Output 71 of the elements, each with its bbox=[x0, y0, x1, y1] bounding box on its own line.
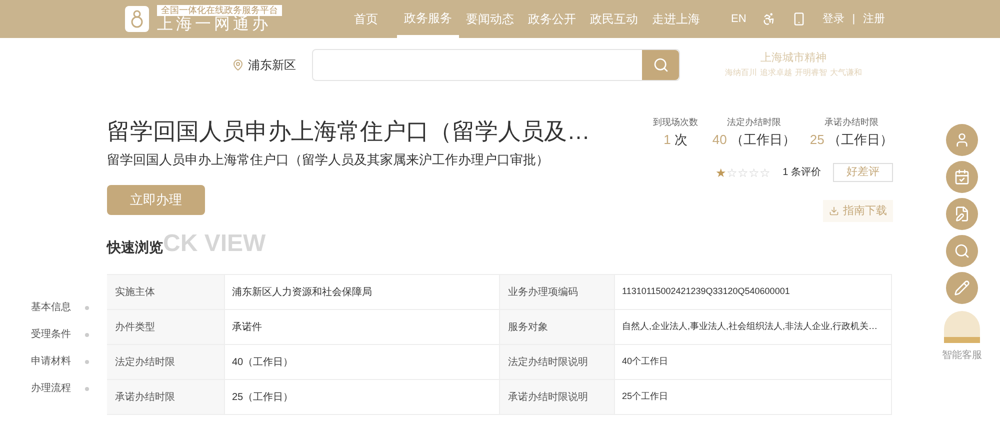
document-icon bbox=[954, 206, 970, 222]
table-label-cell: 承诺办结时限说明 bbox=[500, 380, 615, 414]
search-icon bbox=[652, 56, 668, 72]
nav-tab[interactable]: 走进上海 bbox=[645, 0, 707, 38]
table-label-cell: 办件类型 bbox=[107, 310, 225, 344]
stat-label: 法定办结时限 bbox=[726, 116, 781, 129]
table-value-cell: 40个工作日 bbox=[615, 345, 892, 379]
phone-icon[interactable] bbox=[792, 12, 806, 26]
side-nav-link[interactable]: 办理流程 bbox=[31, 381, 71, 397]
nav-tab[interactable]: 政务服务 bbox=[397, 0, 459, 38]
nav-tab[interactable]: 政民互动 bbox=[583, 0, 645, 38]
section-title: 快速浏览 bbox=[107, 238, 163, 257]
login-link[interactable]: 登录 bbox=[822, 10, 844, 28]
stat-value: 40 （工作日） bbox=[712, 130, 796, 148]
star-icon: ☆ bbox=[748, 166, 760, 178]
language-link[interactable]: EN bbox=[731, 10, 746, 28]
location-pin-icon bbox=[232, 58, 244, 70]
calendar-button[interactable] bbox=[946, 161, 978, 193]
logo-icon bbox=[125, 6, 149, 32]
nav-tab[interactable]: 政务公开 bbox=[521, 0, 583, 38]
pencil-icon bbox=[954, 280, 970, 296]
star-icon: ★ bbox=[716, 166, 727, 178]
apply-button[interactable]: 立即办理 bbox=[107, 184, 205, 214]
table-value-cell: 11310115002421239Q33120Q540600001 bbox=[615, 275, 892, 309]
nav-tab[interactable]: 首页 bbox=[335, 0, 397, 38]
slogan-word: 追求卓越 bbox=[760, 66, 792, 79]
review-count: 1 条评价 bbox=[782, 166, 821, 180]
user-button[interactable] bbox=[946, 124, 978, 156]
stat-value: 1 次 bbox=[664, 130, 688, 148]
table-label-cell: 法定办结时限说明 bbox=[500, 345, 615, 379]
nav-tab[interactable]: 要闻动态 bbox=[459, 0, 521, 38]
side-nav-link[interactable]: 基本信息 bbox=[31, 300, 71, 316]
rating-button[interactable]: 好差评 bbox=[833, 163, 893, 182]
search-field[interactable] bbox=[312, 48, 680, 80]
service-subtitle: 留学回国人员申办上海常住户口（留学人员及其家属来沪工作办理户口审批） bbox=[107, 151, 550, 169]
service-title: 留学回国人员申办上海常住户口（留学人员及… bbox=[107, 117, 591, 146]
pencil-button[interactable] bbox=[946, 272, 978, 304]
guide-download-button[interactable]: 指南下载 bbox=[823, 200, 893, 222]
star-icon: ☆ bbox=[760, 166, 771, 178]
star-icon: ☆ bbox=[738, 166, 749, 178]
stat-label: 到现场次数 bbox=[653, 116, 698, 129]
stat-value: 25 （工作日） bbox=[810, 130, 893, 148]
logo-subtitle: 全国一体化在线政务服务平台 bbox=[157, 4, 282, 16]
logo-title: 上海一网通办 bbox=[157, 16, 271, 34]
search-button[interactable] bbox=[946, 235, 978, 267]
table-label-cell: 承诺办结时限 bbox=[107, 380, 225, 414]
search-button[interactable] bbox=[642, 50, 679, 80]
user-icon bbox=[954, 132, 970, 148]
slogan-word: 开明睿智 bbox=[795, 66, 827, 79]
table-value-cell: 自然人,企业法人,事业法人,社会组织法人,非法人企业,行政机关… bbox=[615, 310, 892, 344]
document-button[interactable] bbox=[946, 198, 978, 230]
calendar-icon bbox=[954, 169, 970, 185]
accessibility-icon[interactable] bbox=[762, 12, 776, 26]
slogan-title: 上海城市精神 bbox=[760, 50, 826, 66]
slogan-word: 大气谦和 bbox=[830, 66, 862, 79]
table-label-cell: 实施主体 bbox=[107, 275, 225, 309]
search-icon bbox=[954, 243, 970, 259]
slogan-word: 海纳百川 bbox=[725, 66, 757, 79]
side-nav-link[interactable]: 受理条件 bbox=[31, 327, 71, 343]
location-label[interactable]: 浦东新区 bbox=[248, 56, 312, 74]
table-value-cell: 25个工作日 bbox=[615, 380, 892, 414]
side-nav-link[interactable]: 申请材料 bbox=[31, 354, 71, 370]
stat-label: 承诺办结时限 bbox=[824, 116, 878, 129]
table-label-cell: 法定办结时限 bbox=[107, 345, 225, 379]
table-label-cell: 服务对象 bbox=[500, 310, 615, 344]
separator: | bbox=[852, 12, 856, 27]
table-label-cell: 业务办理项编码 bbox=[500, 275, 615, 309]
assistant-label[interactable]: 智能客服 bbox=[942, 348, 982, 363]
register-link[interactable]: 注册 bbox=[863, 10, 886, 28]
download-icon bbox=[829, 206, 839, 216]
star-icon: ☆ bbox=[726, 166, 738, 178]
